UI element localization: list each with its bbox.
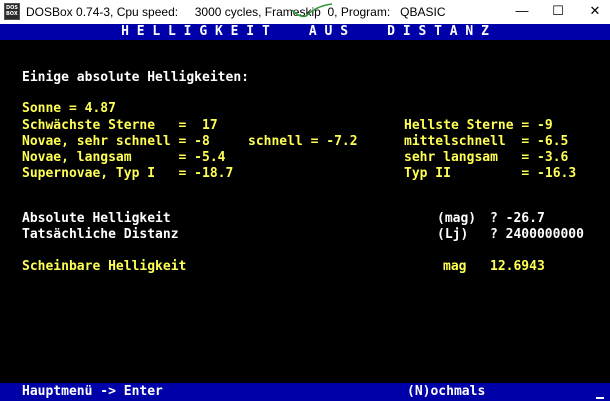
- right-table-row-1: Hellste Sterne = -9: [404, 118, 553, 133]
- dosbox-app-icon[interactable]: DOS BOX: [4, 3, 20, 20]
- intro-text: Einige absolute Helligkeiten:: [22, 70, 249, 85]
- close-button[interactable]: ✕: [573, 0, 610, 24]
- apparent-magnitude-value: 12.6943: [490, 259, 545, 274]
- left-table-row-3: Novae, langsam = -5.4: [22, 150, 226, 165]
- sun-magnitude: Sonne = 4.87: [22, 101, 116, 116]
- right-table-row-3: sehr langsam = -3.6: [404, 150, 569, 165]
- dos-screen[interactable]: H E L L I G K E I T A U S D I S T A N Z …: [0, 24, 610, 401]
- left-table-row-4: Supernovae, Typ I = -18.7: [22, 166, 234, 181]
- mid-table-row: schnell = -7.2: [248, 134, 358, 149]
- absolute-magnitude-label: Absolute Helligkeit: [22, 211, 171, 226]
- window-title: DOSBox 0.74-3, Cpu speed: 3000 cycles, F…: [26, 5, 446, 19]
- window-title-bar[interactable]: DOS BOX DOSBox 0.74-3, Cpu speed: 3000 c…: [0, 0, 610, 24]
- actual-distance-input[interactable]: ? 2400000000: [490, 227, 584, 243]
- program-heading: H E L L I G K E I T A U S D I S T A N Z: [121, 24, 489, 39]
- absolute-magnitude-unit: (mag): [437, 211, 477, 226]
- app-icon-text-bottom: BOX: [6, 11, 18, 17]
- left-table-row-1: Schwächste Sterne = 17: [22, 118, 218, 133]
- right-table-row-4: Typ II = -16.3: [404, 166, 577, 181]
- actual-distance-unit: (Lj): [437, 227, 469, 242]
- green-checkmark-icon: [291, 3, 333, 18]
- main-menu-hint[interactable]: Hauptmenü -> Enter: [22, 384, 163, 400]
- apparent-magnitude-unit: mag: [443, 259, 467, 274]
- left-table-row-2: Novae, sehr schnell = -8: [22, 134, 210, 149]
- text-cursor: [596, 397, 604, 399]
- actual-distance-label: Tatsächliche Distanz: [22, 227, 179, 242]
- again-hint[interactable]: (N)ochmals: [407, 384, 485, 400]
- right-table-row-2: mittelschnell = -6.5: [404, 134, 569, 149]
- absolute-magnitude-input[interactable]: ? -26.7: [490, 211, 545, 227]
- apparent-magnitude-label: Scheinbare Helligkeit: [22, 259, 187, 274]
